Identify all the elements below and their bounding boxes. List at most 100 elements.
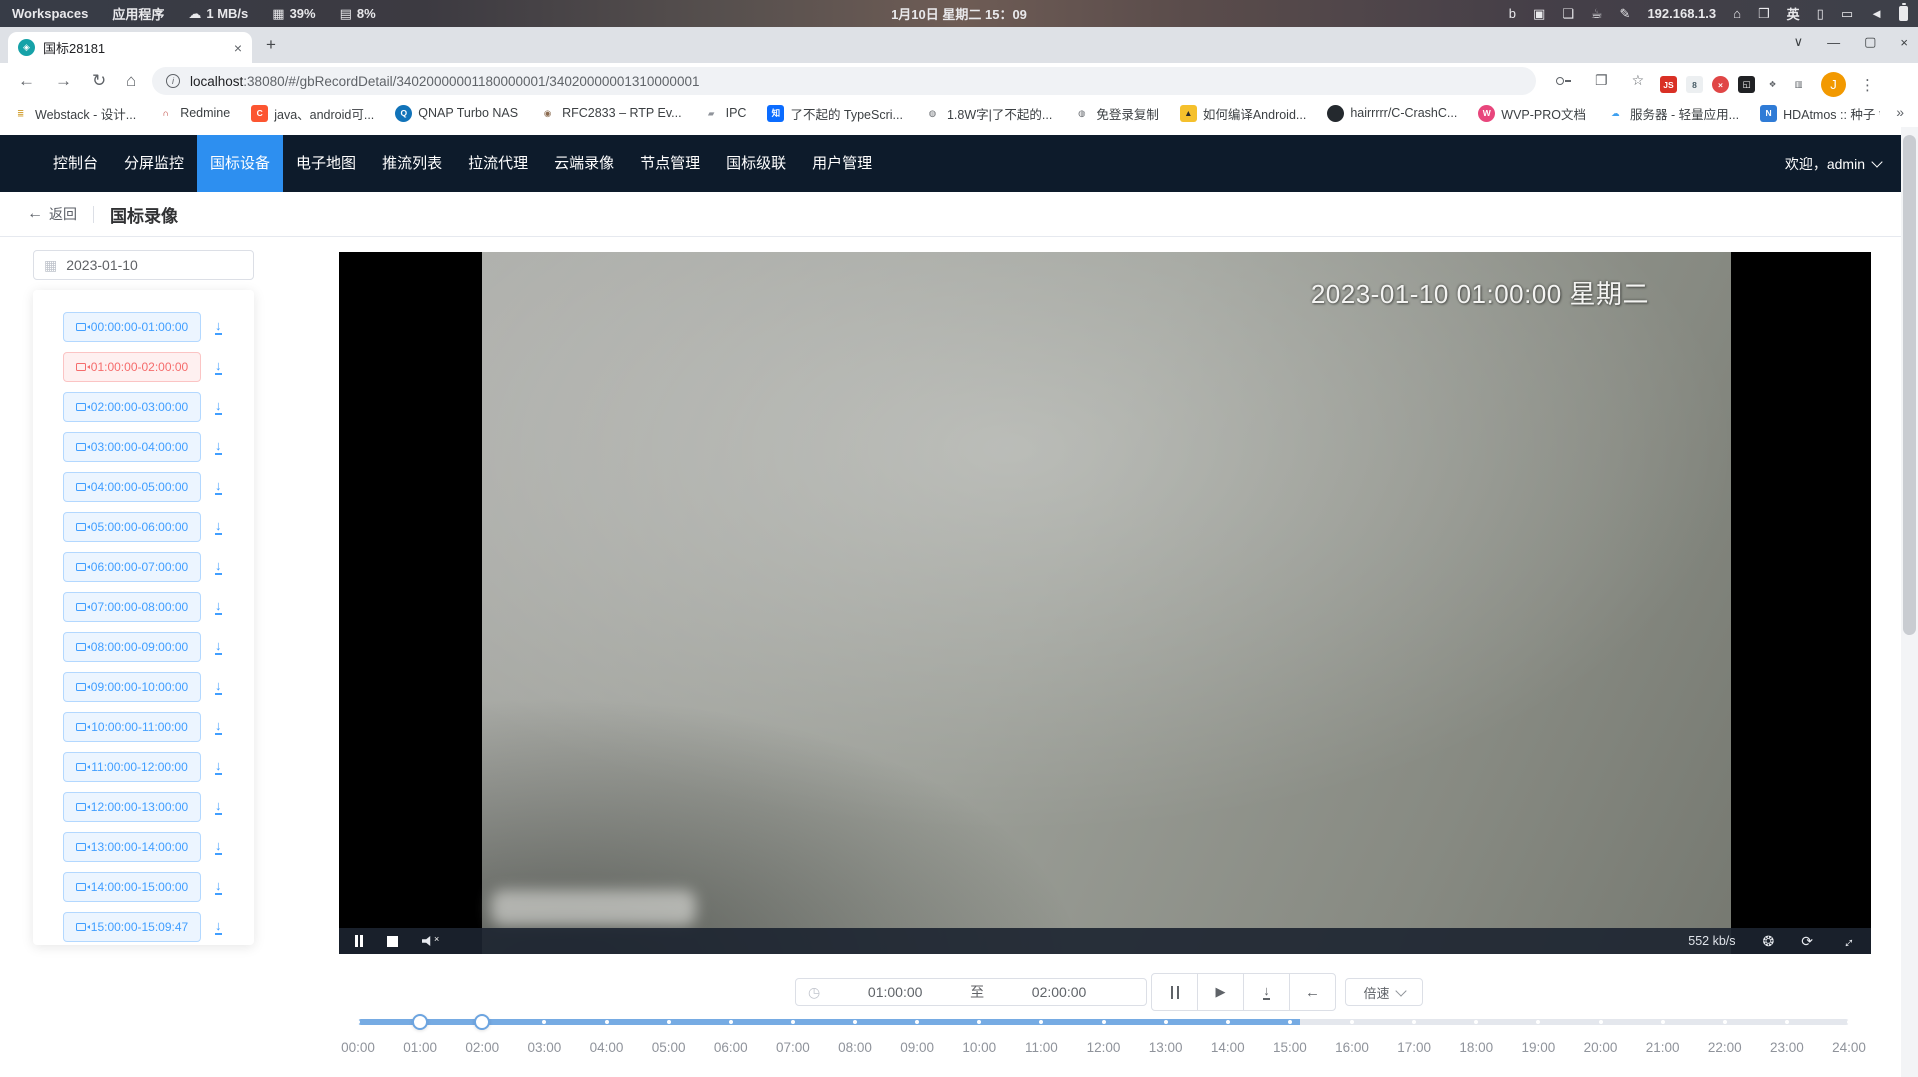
scrollbar-thumb[interactable] xyxy=(1903,135,1916,635)
battery-icon[interactable] xyxy=(1899,6,1908,21)
bookmark-item[interactable]: ∩Redmine xyxy=(157,105,230,122)
download-icon[interactable]: ↓ xyxy=(215,439,222,455)
record-segment-button[interactable]: 06:00:00-07:00:00 xyxy=(63,552,201,582)
blocker-extension-icon[interactable]: × xyxy=(1712,76,1729,93)
record-segment-button[interactable]: 13:00:00-14:00:00 xyxy=(63,832,201,862)
bookmark-item[interactable]: ☁服务器 - 轻量应用... xyxy=(1607,104,1739,123)
back-button[interactable]: ← 返回 xyxy=(27,204,77,224)
nav-item-gb-devices[interactable]: 国标设备 xyxy=(197,135,283,192)
bookmark-item[interactable]: ◍免登录复制 xyxy=(1073,104,1159,123)
timeline-handle[interactable] xyxy=(474,1014,490,1030)
dark-extension-icon[interactable]: ◱ xyxy=(1738,76,1755,93)
system-clock[interactable]: 1月10日 星期二 15：09 xyxy=(891,4,1027,23)
bookmark-item[interactable]: ≣Webstack - 设计... xyxy=(12,104,136,123)
forward-nav-icon[interactable]: → xyxy=(55,71,72,91)
workspaces-label[interactable]: Workspaces xyxy=(12,6,88,21)
bing-tray-icon[interactable]: b xyxy=(1509,6,1516,21)
time-range-input[interactable]: ◷ 01:00:00 至 02:00:00 xyxy=(795,978,1147,1006)
bookmark-item[interactable]: ▰IPC xyxy=(703,105,747,122)
display-tray-icon[interactable]: ▭ xyxy=(1841,6,1853,22)
record-segment-button[interactable]: 12:00:00-13:00:00 xyxy=(63,792,201,822)
pause-button[interactable] xyxy=(1151,973,1198,1011)
record-segment-button[interactable]: 07:00:00-08:00:00 xyxy=(63,592,201,622)
download-icon[interactable]: ↓ xyxy=(215,559,222,575)
maximize-icon[interactable]: ▢ xyxy=(1864,34,1876,50)
reload-icon[interactable]: ↻ xyxy=(92,71,106,91)
input-method-indicator[interactable]: 英 xyxy=(1787,4,1800,23)
address-bar[interactable]: i localhost:38080/#/gbRecordDetail/34020… xyxy=(152,67,1536,95)
download-icon[interactable]: ↓ xyxy=(215,879,222,895)
browser-menu-icon[interactable]: ⋮ xyxy=(1860,76,1875,94)
nav-item-pull-proxy[interactable]: 拉流代理 xyxy=(455,135,541,192)
cpu-indicator[interactable]: ▦39% xyxy=(272,6,315,22)
network-indicator[interactable]: ☁1 MB/s xyxy=(188,6,248,22)
mute-icon[interactable]: × xyxy=(422,936,439,946)
bookmark-item[interactable]: QQNAP Turbo NAS xyxy=(395,105,518,122)
download-button[interactable]: ↓ xyxy=(1243,973,1290,1011)
proxy-extension-icon[interactable]: 8 xyxy=(1686,76,1703,93)
bookmark-item[interactable]: ◍1.8W字|了不起的... xyxy=(924,104,1052,123)
bookmark-item[interactable]: Cjava、android可... xyxy=(251,104,374,123)
memory-indicator[interactable]: ▤8% xyxy=(340,6,376,22)
bookmark-star-icon[interactable]: ☆ xyxy=(1632,72,1645,89)
password-key-icon[interactable] xyxy=(1556,76,1571,85)
record-segment-button[interactable]: 15:00:00-15:09:47 xyxy=(63,912,201,942)
volume-tray-icon[interactable]: ◄ xyxy=(1870,6,1883,21)
stop-icon[interactable] xyxy=(387,936,398,947)
bookmark-item[interactable]: ◉RFC2833 – RTP Ev... xyxy=(539,105,682,122)
user-menu[interactable]: 欢迎，admin xyxy=(1785,154,1881,174)
share-icon[interactable]: ❐ xyxy=(1595,72,1608,89)
record-segment-button[interactable]: 03:00:00-04:00:00 xyxy=(63,432,201,462)
end-time-value[interactable]: 02:00:00 xyxy=(984,984,1134,1000)
record-segment-button[interactable]: 10:00:00-11:00:00 xyxy=(63,712,201,742)
bookmarks-overflow-icon[interactable]: » xyxy=(1896,104,1904,120)
pause-icon[interactable] xyxy=(355,935,363,947)
clipboard-tray-icon[interactable]: ❏ xyxy=(1562,6,1574,22)
download-icon[interactable]: ↓ xyxy=(215,519,222,535)
nav-item-split-screen[interactable]: 分屏监控 xyxy=(111,135,197,192)
snapshot-icon[interactable]: ❂ xyxy=(1763,934,1775,948)
tab-close-icon[interactable]: × xyxy=(234,40,242,56)
page-scrollbar[interactable] xyxy=(1901,127,1918,1077)
nav-item-console[interactable]: 控制台 xyxy=(40,135,111,192)
bookmark-item[interactable]: NHDAtmos :: 种子 *... xyxy=(1760,104,1880,123)
tablet-tray-icon[interactable]: ▯ xyxy=(1817,6,1824,22)
download-icon[interactable]: ↓ xyxy=(215,679,222,695)
record-segment-button[interactable]: 14:00:00-15:00:00 xyxy=(63,872,201,902)
home-icon[interactable]: ⌂ xyxy=(126,71,136,91)
record-segment-button[interactable]: 11:00:00-12:00:00 xyxy=(63,752,201,782)
browser-tab[interactable]: ◈ 国标28181 × xyxy=(8,32,252,63)
record-segment-button[interactable]: 09:00:00-10:00:00 xyxy=(63,672,201,702)
video-player[interactable]: 2023-01-10 01:00:00 星期二 × 552 kb/s ❂ ⟳ ↔ xyxy=(339,252,1871,954)
bookmark-item[interactable]: ▲如何编译Android... xyxy=(1180,104,1307,123)
download-icon[interactable]: ↓ xyxy=(215,319,222,335)
download-icon[interactable]: ↓ xyxy=(215,919,222,935)
start-time-value[interactable]: 01:00:00 xyxy=(820,984,970,1000)
back-nav-icon[interactable]: ← xyxy=(18,71,35,91)
minimize-icon[interactable]: — xyxy=(1827,35,1840,50)
applications-menu[interactable]: 应用程序 xyxy=(112,4,164,23)
nav-item-cloud-records[interactable]: 云端录像 xyxy=(541,135,627,192)
download-icon[interactable]: ↓ xyxy=(215,479,222,495)
timeline-track[interactable] xyxy=(358,1019,1849,1025)
download-icon[interactable]: ↓ xyxy=(215,799,222,815)
record-segment-button[interactable]: 08:00:00-09:00:00 xyxy=(63,632,201,662)
nav-item-gb-cascade[interactable]: 国标级联 xyxy=(713,135,799,192)
tabs-menu-icon[interactable]: ∨ xyxy=(1794,34,1804,50)
nav-item-users[interactable]: 用户管理 xyxy=(799,135,885,192)
record-segment-button[interactable]: 02:00:00-03:00:00 xyxy=(63,392,201,422)
nav-item-e-map[interactable]: 电子地图 xyxy=(283,135,369,192)
site-info-icon[interactable]: i xyxy=(166,74,180,88)
bookmark-item[interactable]: 知了不起的 TypeScri... xyxy=(767,104,903,123)
record-segment-button[interactable]: 04:00:00-05:00:00 xyxy=(63,472,201,502)
speed-select[interactable]: 倍速 xyxy=(1345,978,1423,1006)
download-icon[interactable]: ↓ xyxy=(215,839,222,855)
fullscreen-icon[interactable]: ↔ xyxy=(1837,930,1858,951)
workspace-switcher-icon[interactable]: ❒ xyxy=(1758,6,1770,22)
bookmark-item[interactable]: WWVP-PRO文档 xyxy=(1478,104,1586,123)
puzzle-icon[interactable]: ❖ xyxy=(1764,76,1781,93)
record-segment-button[interactable]: 00:00:00-01:00:00 xyxy=(63,312,201,342)
new-tab-button[interactable]: + xyxy=(266,35,276,55)
download-icon[interactable]: ↓ xyxy=(215,759,222,775)
nav-item-push-streams[interactable]: 推流列表 xyxy=(369,135,455,192)
